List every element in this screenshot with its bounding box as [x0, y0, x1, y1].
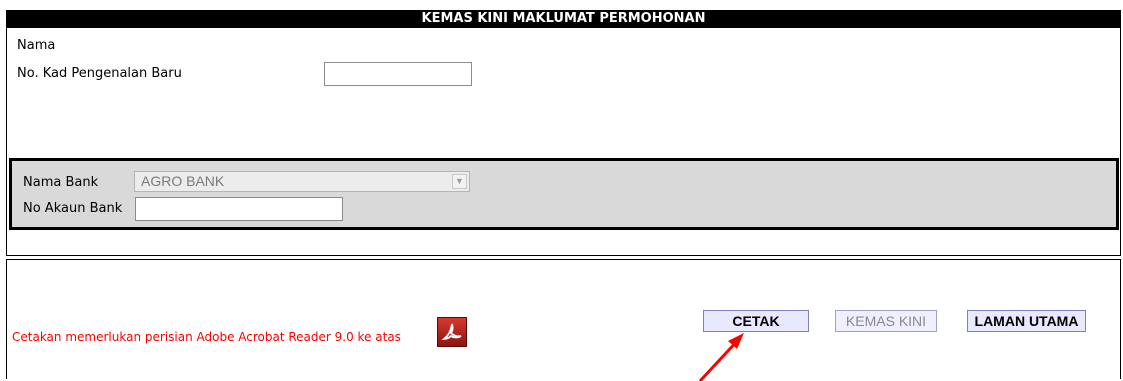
page-title: KEMAS KINI MAKLUMAT PERMOHONAN	[6, 10, 1121, 28]
acrobat-requirement-notice: Cetakan memerlukan perisian Adobe Acroba…	[12, 330, 401, 344]
nama-label: Nama	[17, 38, 56, 53]
kemas-kini-button[interactable]: KEMAS KINI	[835, 310, 937, 332]
cetak-button[interactable]: CETAK	[703, 310, 809, 332]
no-akaun-label: No Akaun Bank	[23, 201, 123, 216]
no-akaun-input[interactable]	[135, 197, 343, 221]
arrow-icon	[698, 333, 744, 381]
adobe-acrobat-icon	[437, 317, 467, 347]
laman-utama-button[interactable]: LAMAN UTAMA	[967, 310, 1086, 332]
chevron-down-icon[interactable]: ▼	[452, 174, 467, 189]
nama-bank-value: AGRO BANK	[141, 173, 225, 189]
nama-bank-label: Nama Bank	[23, 175, 99, 190]
nama-bank-select[interactable]: AGRO BANK ▼	[134, 171, 470, 192]
panel-divider	[6, 255, 1121, 256]
actions-panel	[6, 259, 1121, 379]
ic-input[interactable]	[324, 62, 472, 86]
ic-label: No. Kad Pengenalan Baru	[17, 66, 182, 81]
